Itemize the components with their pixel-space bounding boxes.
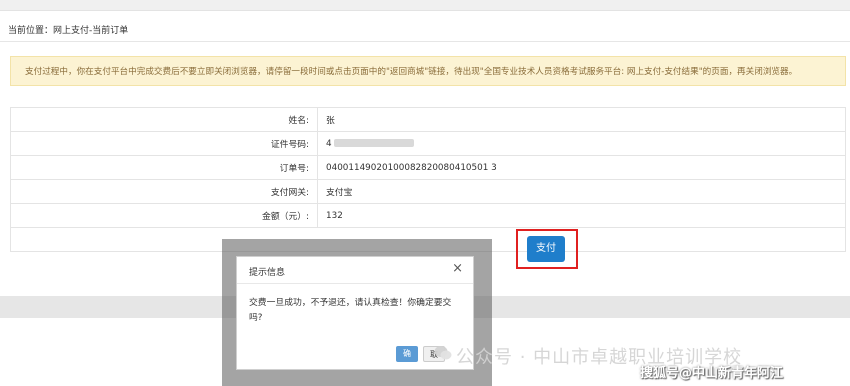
confirm-button[interactable]: 确: [396, 346, 418, 362]
name-value: 张: [317, 107, 846, 132]
id-number-label: 证件号码:: [10, 131, 318, 156]
amount-value: 132: [317, 203, 846, 228]
dialog-header: 提示信息 ×: [237, 257, 473, 284]
redacted-block: [333, 139, 414, 147]
close-icon[interactable]: ×: [452, 261, 463, 276]
order-number-value: 04001149020100082820080410501 3: [317, 155, 846, 180]
gateway-value: 支付宝: [317, 179, 846, 204]
table-row: 证件号码: 4: [10, 131, 846, 156]
gateway-label: 支付网关:: [10, 179, 318, 204]
dialog-title: 提示信息: [249, 268, 286, 278]
order-number-label: 订单号:: [10, 155, 318, 180]
name-label: 姓名:: [10, 107, 318, 132]
divider: [0, 41, 850, 42]
order-info-table: 姓名: 张 证件号码: 4 订单号: 040011490201000828200…: [10, 107, 846, 252]
dialog-message: 交费一旦成功，不予退还，请认真检查！你确定要交吗?: [249, 298, 452, 323]
table-row: 姓名: 张: [10, 107, 846, 132]
table-row: 金额（元）: 132: [10, 203, 846, 228]
table-row: 订单号: 04001149020100082820080410501 3: [10, 155, 846, 180]
amount-label: 金额（元）:: [10, 203, 318, 228]
pay-button[interactable]: 支付: [527, 236, 565, 262]
top-bar: [0, 0, 850, 11]
breadcrumb: 当前位置：网上支付-当前订单: [8, 26, 129, 36]
payment-notice: 支付过程中，你在支付平台中完成交费后不要立即关闭浏览器，请停留一段时间或点击页面…: [10, 56, 846, 86]
table-row: 支付网关: 支付宝: [10, 179, 846, 204]
watermark-corner: 搜狐号@中山新青年阿江: [640, 366, 784, 381]
id-number-value: 4: [317, 131, 846, 156]
